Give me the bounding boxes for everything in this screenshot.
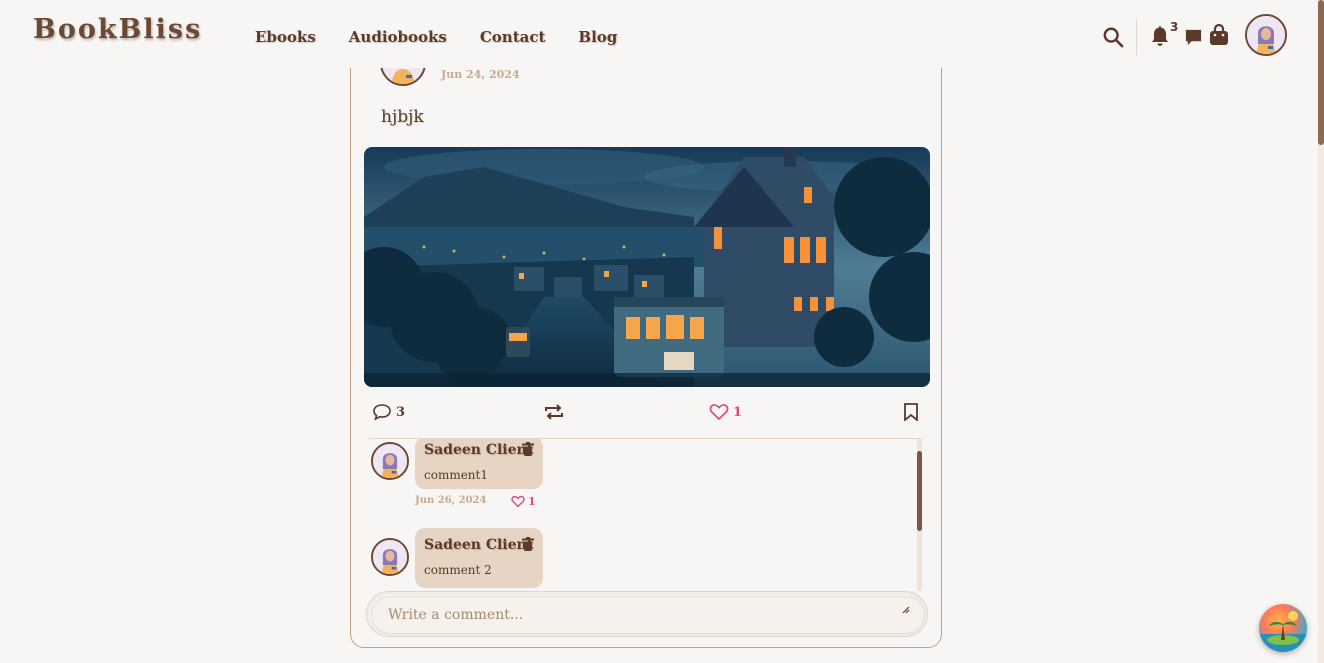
brand-logo[interactable]: BookBliss — [33, 14, 202, 45]
comments-scrollbar-thumb[interactable] — [917, 451, 922, 531]
post-date: Jun 24, 2024 — [441, 68, 520, 81]
repost-icon — [545, 404, 563, 420]
resize-handle-icon[interactable] — [902, 606, 910, 614]
bell-icon[interactable] — [1150, 25, 1170, 47]
chat-icon[interactable] — [1184, 28, 1203, 47]
like-count: 1 — [733, 404, 743, 420]
comment-bubble-icon — [373, 404, 391, 421]
comment-author-avatar-illustration — [373, 444, 407, 478]
bookmark-icon[interactable] — [903, 403, 919, 421]
comment-author-avatar-illustration — [373, 540, 407, 574]
delete-trash-icon[interactable] — [522, 442, 534, 456]
comment-like-count: 1 — [528, 495, 536, 508]
post-actions: 3 1 — [351, 399, 941, 429]
nav-link-contact[interactable]: Contact — [480, 28, 546, 46]
shopping-bag-icon[interactable] — [1209, 24, 1229, 46]
like-button[interactable]: 1 — [709, 403, 742, 421]
repost-button[interactable] — [543, 403, 565, 421]
post-image[interactable] — [364, 147, 930, 387]
comment-text: comment1 — [424, 468, 488, 482]
heart-icon — [511, 495, 525, 508]
delete-trash-icon[interactable] — [522, 537, 534, 551]
heart-icon — [709, 404, 729, 421]
header-divider — [1136, 19, 1137, 55]
page-scrollbar-thumb[interactable] — [1318, 0, 1324, 145]
comment-button[interactable]: 3 — [372, 403, 405, 421]
floating-assistant-button[interactable] — [1259, 604, 1307, 652]
post-image-night-town-scene — [364, 147, 930, 387]
comment-author-name[interactable]: Sadeen Client — [424, 537, 533, 553]
notification-count-badge: 3 — [1170, 20, 1179, 34]
comment-count: 3 — [396, 404, 406, 420]
main-nav: Ebooks Audiobooks Contact Blog — [255, 28, 650, 46]
comment-author-avatar[interactable] — [371, 538, 409, 576]
nav-link-blog[interactable]: Blog — [578, 28, 617, 46]
comment-text: comment 2 — [424, 563, 492, 577]
comment-input-container — [366, 591, 928, 637]
comment-input[interactable] — [371, 596, 925, 634]
comment-item: Sadeen Client comment 2 — [365, 528, 925, 591]
comment-date: Jun 26, 2024 — [415, 495, 487, 506]
comments-list[interactable]: Sadeen Client comment1 Jun 26, 2024 1 Sa… — [365, 439, 925, 591]
palm-island-icon — [1259, 611, 1307, 652]
user-avatar-illustration — [1247, 16, 1285, 54]
nav-link-ebooks[interactable]: Ebooks — [255, 28, 316, 46]
comment-bubble: Sadeen Client comment 2 — [415, 528, 543, 588]
comment-like-button[interactable]: 1 — [511, 495, 536, 508]
search-icon[interactable] — [1102, 26, 1124, 48]
comment-author-avatar[interactable] — [371, 442, 409, 480]
comment-item: Sadeen Client comment1 Jun 26, 2024 1 — [365, 439, 925, 529]
nav-link-audiobooks[interactable]: Audiobooks — [349, 28, 447, 46]
top-navbar: BookBliss Ebooks Audiobooks Contact Blog… — [0, 0, 1318, 68]
user-avatar[interactable] — [1245, 14, 1287, 56]
post-text: hjbjk — [381, 107, 424, 127]
comment-author-name[interactable]: Sadeen Client — [424, 442, 533, 458]
post-card: Jun 24, 2024 hjbjk 3 1 Sadeen Client com… — [350, 40, 942, 648]
comment-bubble: Sadeen Client comment1 — [415, 439, 543, 489]
